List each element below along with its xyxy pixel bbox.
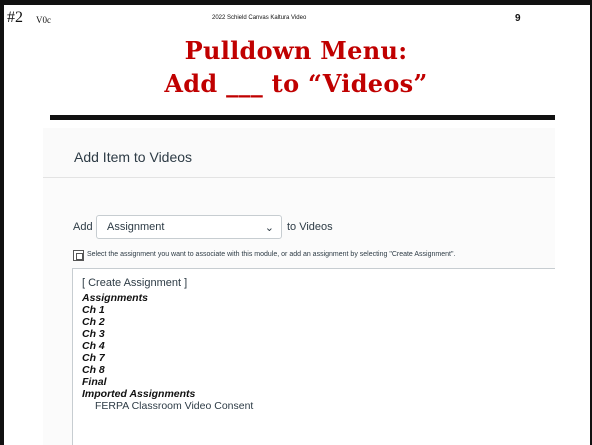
list-group-assignments: Assignments (82, 292, 148, 304)
list-item-ferpa[interactable]: FERPA Classroom Video Consent (95, 400, 253, 412)
list-item-final[interactable]: Final (82, 376, 107, 388)
dialog-title: Add Item to Videos (74, 149, 193, 165)
chevron-down-icon: ⌄ (264, 222, 274, 234)
slide-frame-top (0, 0, 592, 5)
header-caption: 2022 Schield Canvas Kaltura Video (212, 15, 307, 21)
slide-title-line-2: Add ___ to “Videos” (164, 69, 428, 98)
version-label: V0c (36, 15, 51, 25)
list-item-ch7[interactable]: Ch 7 (82, 352, 105, 364)
list-item-ch4[interactable]: Ch 4 (82, 340, 105, 352)
dialog-header: Add Item to Videos (43, 128, 555, 178)
module-item-icon (73, 250, 84, 261)
assignment-listbox[interactable]: [ Create Assignment ] Assignments Ch 1 C… (72, 268, 555, 445)
title-divider (50, 115, 555, 120)
item-type-select-value: Assignment (107, 221, 165, 233)
slide-title-line-1: Pulldown Menu: (184, 36, 408, 65)
list-item-ch1[interactable]: Ch 1 (82, 304, 105, 316)
list-item-ch2[interactable]: Ch 2 (82, 316, 105, 328)
slide: #2 V0c 2022 Schield Canvas Kaltura Video… (0, 0, 592, 445)
list-item-ch8[interactable]: Ch 8 (82, 364, 105, 376)
canvas-screenshot: Add Item to Videos Add Assignment ⌄ to V… (43, 128, 555, 445)
slide-number: #2 (7, 9, 23, 26)
list-item-ch3[interactable]: Ch 3 (82, 328, 105, 340)
list-group-imported-assignments: Imported Assignments (82, 388, 196, 400)
to-videos-label: to Videos (287, 221, 333, 233)
page-number: 9 (515, 13, 521, 24)
add-label: Add (73, 221, 93, 233)
slide-title: Pulldown Menu: Add ___ to “Videos” (0, 34, 592, 100)
list-item-create-assignment[interactable]: [ Create Assignment ] (82, 277, 187, 289)
item-type-select[interactable]: Assignment ⌄ (96, 215, 282, 239)
help-text: Select the assignment you want to associ… (87, 251, 456, 258)
